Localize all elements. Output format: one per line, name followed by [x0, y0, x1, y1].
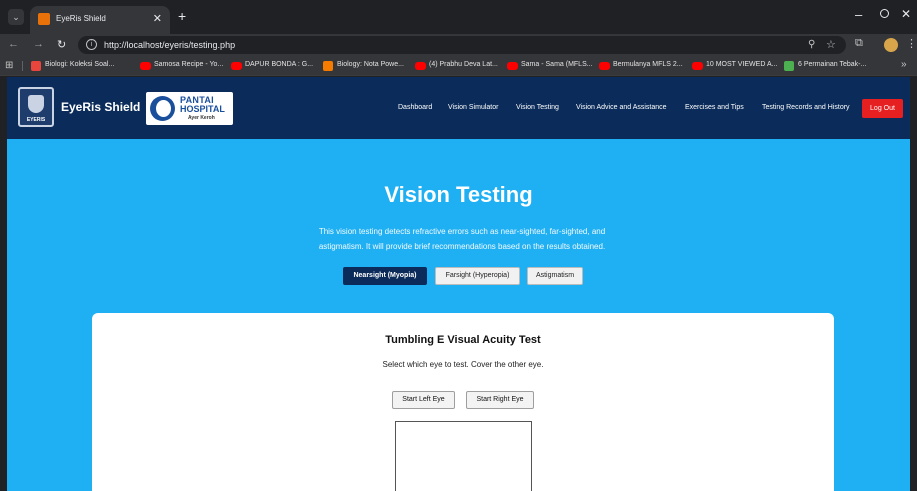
blogger-icon	[323, 61, 333, 71]
eyeris-shield-logo[interactable]: EYERIS	[18, 87, 54, 127]
pantai-hospital-logo: PANTAI HOSPITAL Ayer Keroh	[146, 92, 233, 125]
nav-vision-advice[interactable]: Vision Advice and Assistance	[576, 104, 667, 111]
youtube-icon	[599, 62, 610, 70]
shield-logo-text: EYERIS	[26, 117, 46, 123]
tab-title: EyeRis Shield	[56, 14, 106, 23]
start-right-eye-button[interactable]: Start Right Eye	[466, 391, 534, 409]
bookmarks-bar: ⊞ Biologi: Koleksi Soal... Samosa Recipe…	[0, 56, 917, 76]
tab-nearsight[interactable]: Nearsight (Myopia)	[343, 267, 427, 285]
brand-name[interactable]: EyeRis Shield	[61, 100, 140, 114]
reload-icon[interactable]: ↻	[57, 38, 66, 51]
tab-farsight[interactable]: Farsight (Hyperopia)	[435, 267, 520, 285]
site-header: EYERIS EyeRis Shield PANTAI HOSPITAL Aye…	[7, 77, 910, 139]
page-viewport: EYERIS EyeRis Shield PANTAI HOSPITAL Aye…	[7, 77, 910, 491]
bookmark-star-icon[interactable]: ☆	[826, 38, 836, 51]
page-title: Vision Testing	[384, 182, 533, 207]
tab-search-icon[interactable]: ⌄	[8, 9, 24, 25]
nav-exercises-tips[interactable]: Exercises and Tips	[685, 104, 744, 111]
tab-strip: ⌄ EyeRis Shield ✕ + – ✕	[0, 0, 917, 34]
nav-testing-records[interactable]: Testing Records and History	[762, 104, 850, 111]
tab-close-icon[interactable]: ✕	[153, 12, 162, 25]
youtube-icon	[140, 62, 151, 70]
page-description: This vision testing detects refractive e…	[318, 227, 606, 251]
profile-avatar[interactable]	[884, 38, 898, 52]
youtube-icon	[507, 62, 518, 70]
browser-toolbar: ← → ↻ i http://localhost/eyeris/testing.…	[0, 34, 917, 56]
url-text[interactable]: http://localhost/eyeris/testing.php	[104, 40, 235, 50]
extensions-icon[interactable]: ⧉	[855, 37, 863, 50]
start-left-eye-button[interactable]: Start Left Eye	[392, 391, 455, 409]
apps-grid-icon[interactable]: ⊞	[5, 60, 13, 71]
hospital-location: Ayer Keroh	[188, 115, 215, 121]
menu-dots-icon[interactable]: ⋮	[906, 37, 917, 50]
favicon-icon	[38, 13, 50, 25]
browser-window: ⌄ EyeRis Shield ✕ + – ✕ ← → ↻ i http://l…	[0, 0, 917, 491]
hospital-name-line2: HOSPITAL	[180, 104, 225, 114]
nav-vision-testing[interactable]: Vision Testing	[516, 104, 559, 111]
logout-button[interactable]: Log Out	[862, 99, 903, 118]
test-title: Tumbling E Visual Acuity Test	[385, 334, 541, 346]
bookmark-separator	[22, 61, 23, 71]
tab-eyeris[interactable]: EyeRis Shield ✕	[30, 6, 170, 34]
nav-vision-simulator[interactable]: Vision Simulator	[448, 104, 498, 111]
site-info-icon[interactable]: i	[86, 39, 97, 50]
game-icon	[784, 61, 794, 71]
tab-astigmatism[interactable]: Astigmatism	[527, 267, 583, 285]
nav-dashboard[interactable]: Dashboard	[398, 104, 432, 111]
youtube-icon	[692, 62, 703, 70]
test-display-area	[395, 421, 532, 491]
youtube-icon	[231, 62, 242, 70]
youtube-icon	[415, 62, 426, 70]
bookmarks-overflow-icon[interactable]: »	[901, 59, 907, 70]
shield-eye-icon	[28, 95, 44, 113]
new-tab-icon[interactable]: +	[178, 8, 186, 24]
minimize-icon[interactable]: –	[855, 7, 862, 22]
maximize-icon[interactable]	[880, 9, 889, 18]
back-icon[interactable]: ←	[8, 38, 19, 50]
hospital-emblem-icon	[150, 96, 175, 121]
test-instructions: Select which eye to test. Cover the othe…	[382, 360, 544, 369]
forward-icon[interactable]: →	[33, 38, 44, 50]
zoom-icon[interactable]: ⚲	[808, 39, 815, 50]
test-card: Tumbling E Visual Acuity Test Select whi…	[92, 313, 834, 491]
address-bar[interactable]: i http://localhost/eyeris/testing.php ⚲ …	[78, 36, 846, 54]
window-close-icon[interactable]: ✕	[901, 7, 911, 21]
bookmark-favicon-icon	[31, 61, 41, 71]
